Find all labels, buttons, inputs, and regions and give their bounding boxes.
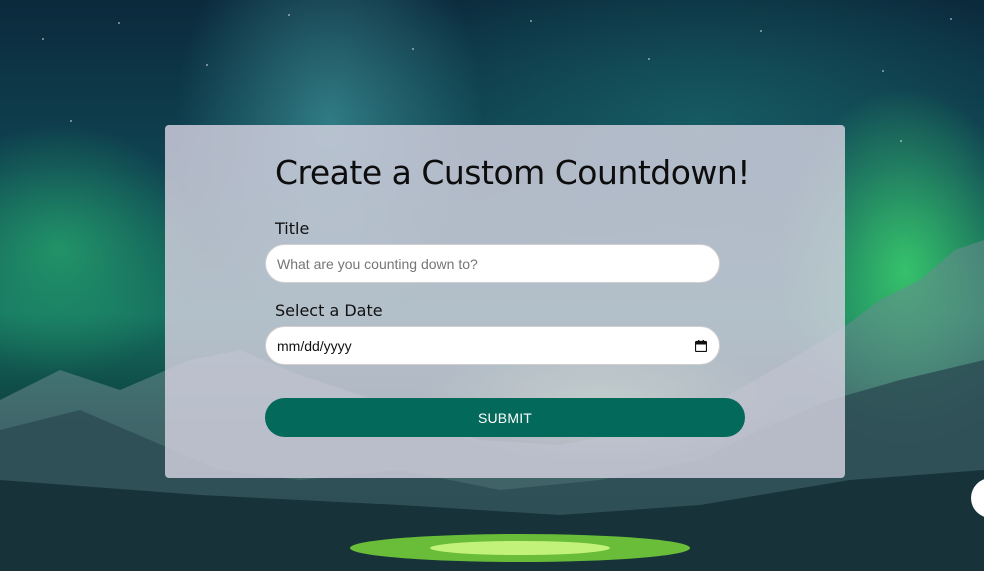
page-title: Create a Custom Countdown! — [275, 153, 751, 192]
calendar-icon[interactable] — [695, 339, 707, 352]
title-label: Title — [275, 219, 310, 238]
title-input[interactable]: What are you counting down to? — [265, 244, 720, 283]
submit-button[interactable]: SUBMIT — [265, 398, 745, 437]
date-input-value: mm/dd/yyyy — [277, 337, 352, 354]
date-input[interactable]: mm/dd/yyyy — [265, 326, 720, 365]
date-label: Select a Date — [275, 301, 383, 320]
title-input-placeholder: What are you counting down to? — [277, 255, 478, 272]
countdown-form-card: Create a Custom Countdown! Title What ar… — [165, 125, 845, 478]
